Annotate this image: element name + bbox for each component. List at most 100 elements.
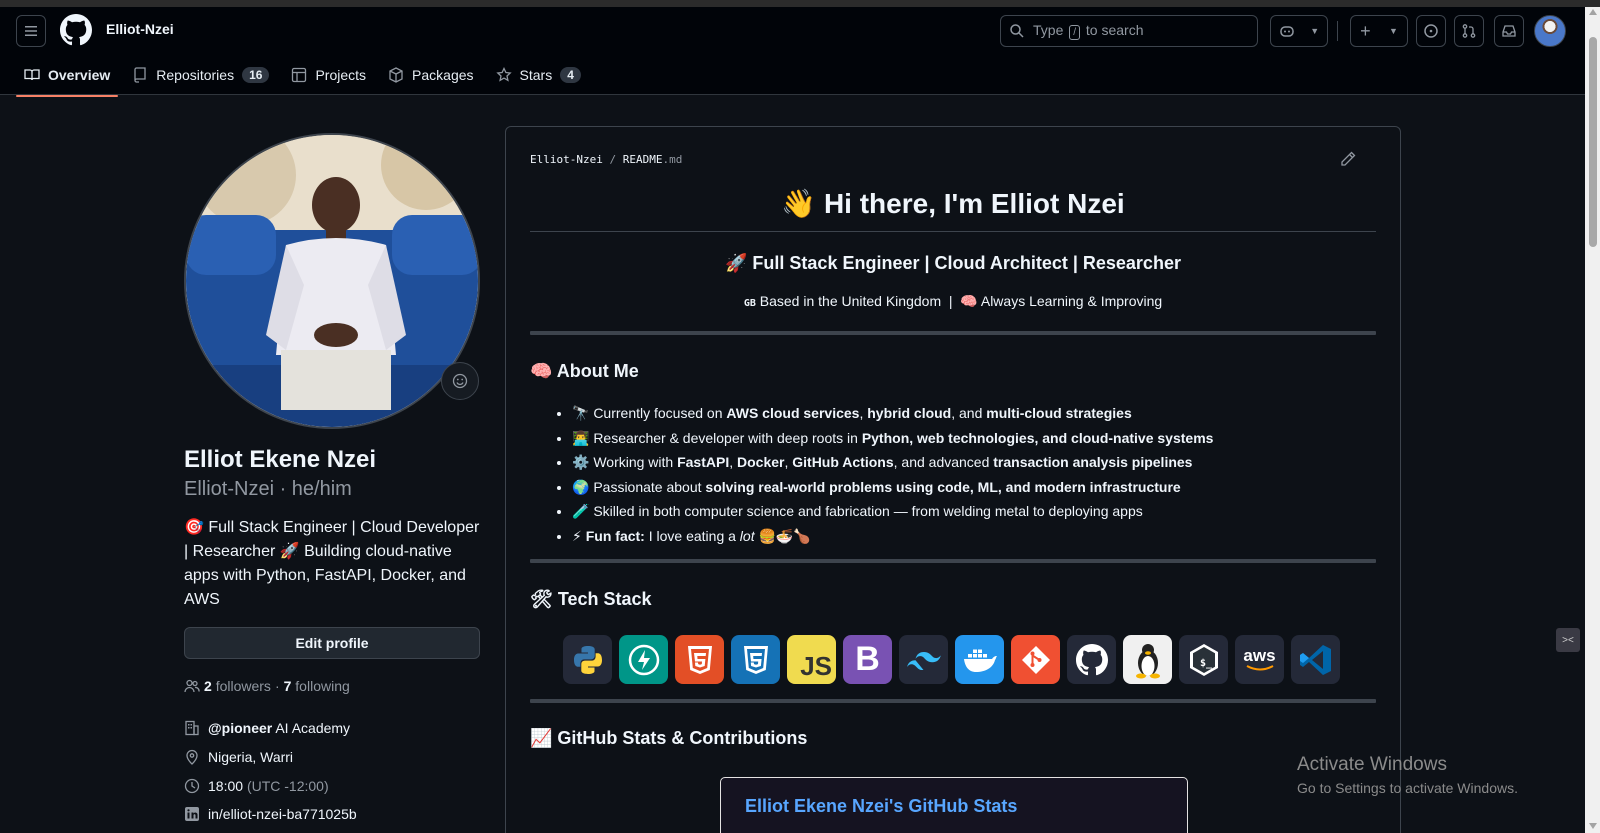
github-stats-heading: 📈 GitHub Stats & Contributions <box>530 728 808 748</box>
issues-button[interactable] <box>1416 15 1446 47</box>
create-new-button[interactable]: + ▼ <box>1350 15 1408 47</box>
following-label: following <box>295 678 350 694</box>
list-item: 🧪 Skilled in both computer science and f… <box>572 499 1374 524</box>
tab-label: Repositories <box>156 67 235 83</box>
scroll-up-arrow-icon[interactable] <box>1589 9 1597 15</box>
tab-label: Packages <box>412 67 474 83</box>
svg-text:$_: $_ <box>1200 658 1213 669</box>
tech-stack-badges: JS B $_ aws <box>563 635 1340 684</box>
readme-location-text: Based in the United Kingdom <box>759 293 942 309</box>
aws-icon[interactable]: aws <box>1235 635 1284 684</box>
profile-login-pronouns: Elliot-Nzei · he/him <box>184 478 352 500</box>
side-panel-toggle[interactable]: >< <box>1556 628 1580 652</box>
package-icon <box>389 67 403 83</box>
plus-icon: + <box>1360 21 1371 41</box>
linkedin-icon <box>185 807 199 821</box>
browser-top-strip <box>0 0 1600 7</box>
clock-icon <box>184 778 200 794</box>
tab-label: Projects <box>315 67 367 83</box>
tab-projects[interactable]: Projects <box>283 56 374 94</box>
dot-separator: · <box>274 678 280 694</box>
org-name: AI Academy <box>275 720 351 736</box>
user-avatar[interactable] <box>1534 15 1566 47</box>
windows-activation-watermark: Activate Windows Go to Settings to activ… <box>1297 754 1518 796</box>
code-icon: >< <box>1562 634 1574 646</box>
search-icon <box>1010 24 1024 38</box>
activate-subtitle: Go to Settings to activate Windows. <box>1297 780 1518 796</box>
pull-requests-button[interactable] <box>1454 15 1484 47</box>
profile-tabs: Overview Repositories 16 Projects Packag… <box>16 56 595 97</box>
stats-card-title: Elliot Ekene Nzei's GitHub Stats <box>745 796 1018 816</box>
readme-path-file[interactable]: README <box>623 153 663 166</box>
about-me-list: 🔭 Currently focused on AWS cloud service… <box>554 401 1374 548</box>
tab-repositories[interactable]: Repositories 16 <box>124 56 277 94</box>
location-icon <box>186 749 198 765</box>
profile-local-time: 18:00 (UTC -12:00) <box>184 778 329 794</box>
set-status-button[interactable] <box>441 362 479 400</box>
book-icon <box>24 69 40 81</box>
readme-heading: 👋 Hi there, I'm Elliot Nzei <box>781 188 1125 219</box>
section-divider <box>530 331 1376 335</box>
uk-flag-code: GB <box>743 298 756 309</box>
github-logo-icon[interactable] <box>60 14 92 46</box>
people-icon <box>184 679 200 693</box>
menu-button[interactable] <box>16 15 46 47</box>
profile-location: Nigeria, Warri <box>184 749 293 765</box>
python-icon[interactable] <box>563 635 612 684</box>
linkedin-link[interactable]: in/elliot-nzei-ba771025b <box>208 806 357 822</box>
followers-link[interactable]: 2 followers <box>204 678 271 694</box>
javascript-icon[interactable]: JS <box>787 635 836 684</box>
readme-learning-text: 🧠 Always Learning & Improving <box>960 293 1163 309</box>
github-icon[interactable] <box>1067 635 1116 684</box>
org-handle-link[interactable]: @pioneer <box>208 720 272 736</box>
copilot-button[interactable]: ▼ <box>1270 15 1328 47</box>
github-stats-card: Elliot Ekene Nzei's GitHub Stats <box>720 777 1188 833</box>
scrollbar-thumb[interactable] <box>1589 37 1597 247</box>
page-scrollbar[interactable] <box>1585 7 1600 833</box>
css3-icon[interactable] <box>731 635 780 684</box>
pencil-icon[interactable] <box>1340 151 1356 167</box>
search-prefix: Type <box>1033 22 1064 38</box>
list-item: 👨‍💻 Researcher & developer with deep roo… <box>572 426 1374 451</box>
profile-linkedin: in/elliot-nzei-ba771025b <box>184 806 357 822</box>
readme-path-user[interactable]: Elliot-Nzei <box>530 153 603 166</box>
docker-icon[interactable] <box>955 635 1004 684</box>
tab-overview[interactable]: Overview <box>16 56 119 97</box>
vscode-icon[interactable] <box>1291 635 1340 684</box>
repositories-count: 16 <box>242 67 270 83</box>
fastapi-icon[interactable] <box>619 635 668 684</box>
inbox-button[interactable] <box>1494 15 1524 47</box>
app-header: Elliot-Nzei Type / to search ▼ + ▼ Overv… <box>0 7 1585 97</box>
star-icon <box>495 67 512 82</box>
tab-stars[interactable]: Stars 4 <box>488 56 589 94</box>
local-time: 18:00 <box>208 778 244 794</box>
list-item: 🌍 Passionate about solving real-world pr… <box>572 475 1374 500</box>
search-input[interactable]: Type / to search <box>1000 15 1258 47</box>
html5-icon[interactable] <box>675 635 724 684</box>
readme-card: Elliot-Nzei / README.md 👋 Hi there, I'm … <box>505 126 1401 833</box>
readme-path-ext: .md <box>662 153 683 166</box>
header-username[interactable]: Elliot-Nzei <box>106 21 174 37</box>
bootstrap-icon[interactable]: B <box>843 635 892 684</box>
git-icon[interactable] <box>1011 635 1060 684</box>
timezone: (UTC -12:00) <box>246 778 329 794</box>
profile-photo[interactable] <box>184 133 480 429</box>
readme-path-separator: / <box>609 153 617 166</box>
readme-location-line: GB Based in the United Kingdom | 🧠 Alway… <box>530 293 1376 310</box>
edit-profile-button[interactable]: Edit profile <box>184 627 480 659</box>
scroll-down-arrow-icon[interactable] <box>1589 823 1597 829</box>
follow-stats: 2 followers · 7 following <box>184 678 350 694</box>
about-me-heading: 🧠 About Me <box>530 361 639 381</box>
copilot-icon <box>1280 26 1294 37</box>
header-divider <box>1337 21 1338 41</box>
following-count: 7 <box>283 678 292 694</box>
bash-icon[interactable]: $_ <box>1179 635 1228 684</box>
tab-packages[interactable]: Packages <box>380 56 481 94</box>
location-text: Nigeria, Warri <box>208 749 294 765</box>
chevron-down-icon: ▼ <box>1310 26 1320 36</box>
smiley-icon <box>452 373 468 389</box>
linux-icon[interactable] <box>1123 635 1172 684</box>
stars-count: 4 <box>560 67 581 83</box>
tailwind-icon[interactable] <box>899 635 948 684</box>
following-link[interactable]: 7 following <box>284 678 350 694</box>
